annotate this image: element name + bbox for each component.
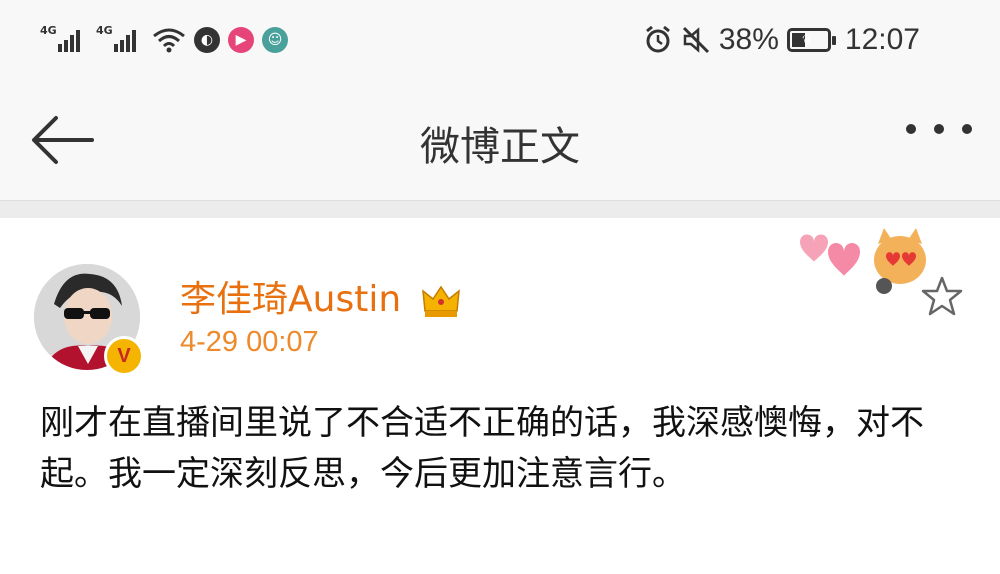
battery-icon: ❦ — [786, 28, 836, 52]
weibo-post: V 李佳琦Austin 4-29 00:07 刚才在直播间里说了不合适不正确的话… — [0, 218, 1000, 574]
cat-hearts-sticker-icon — [800, 228, 926, 294]
more-button[interactable] — [906, 124, 972, 134]
android-icon: ☺ — [262, 27, 288, 53]
network-label: 4G — [96, 24, 113, 37]
nav-bar: 微博正文 — [0, 80, 1000, 200]
section-divider — [0, 200, 1000, 219]
author-name: 李佳琦Austin — [180, 279, 402, 320]
more-dots-icon — [906, 124, 916, 134]
video-app-icon: ▶ — [228, 27, 254, 53]
post-content: 刚才在直播间里说了不合适不正确的话，我深感懊悔，对不起。我一定深刻反思，今后更加… — [40, 403, 924, 494]
verified-badge: V — [104, 336, 144, 376]
signal-icon: 4G — [40, 24, 88, 56]
network-label: 4G — [40, 24, 57, 37]
signal-icon: 4G — [96, 24, 144, 56]
alarm-icon — [645, 25, 670, 53]
status-left: 4G 4G ◐ ▶ ☺ — [40, 18, 288, 62]
clock: 12:07 — [844, 23, 920, 56]
status-right: 38% ❦ 12:07 — [643, 18, 920, 62]
battery-percent: 38% — [718, 23, 779, 56]
star-icon[interactable] — [920, 274, 964, 318]
mute-icon — [682, 26, 709, 54]
app-icon: ◐ — [194, 27, 220, 53]
page-title: 微博正文 — [420, 124, 580, 170]
post-time: 4-29 00:07 — [180, 326, 319, 358]
post-author[interactable]: 李佳琦Austin — [180, 270, 461, 322]
crown-icon — [421, 285, 460, 317]
status-bar: 4G 4G ◐ ▶ ☺ 38% ❦ 12:07 — [0, 0, 1000, 80]
wifi-icon — [153, 28, 185, 53]
